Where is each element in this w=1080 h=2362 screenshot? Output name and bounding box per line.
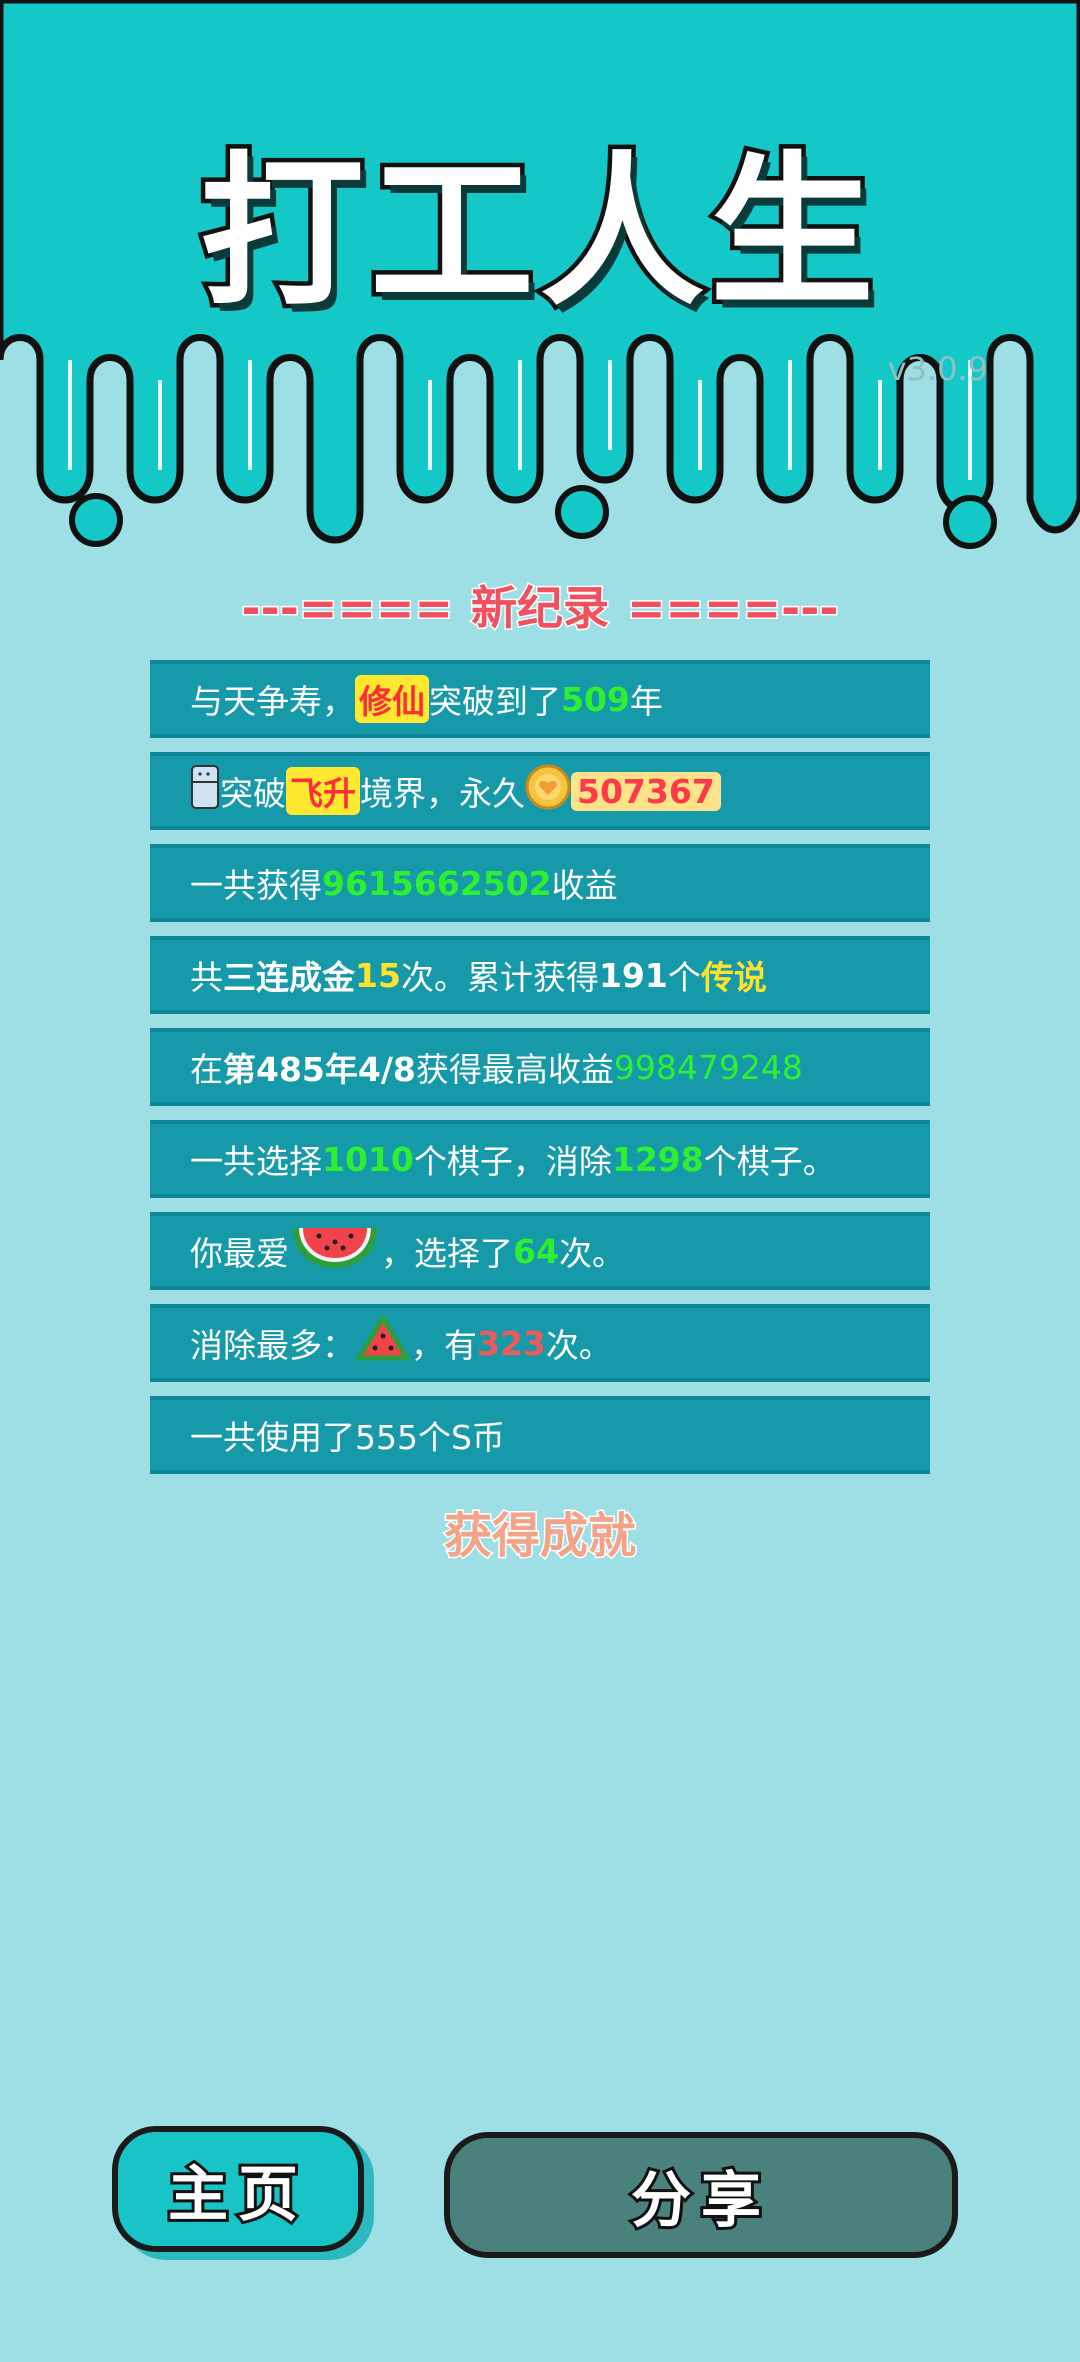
record-dashes-right: ====--- [625,580,839,637]
stat-row-favorite: 你最爱 ，选择了 64 次。 [150,1212,930,1290]
game-title: 打工人生 [195,133,880,333]
share-button[interactable]: 分享 [444,2132,958,2258]
watermelon-icon [289,1222,381,1280]
watermelon-slice-icon [355,1314,411,1372]
new-record-heading: ---==== 新纪录 ====--- [0,572,1080,638]
record-title: 新纪录 [470,580,611,637]
stat-row-ascension: 突破 飞升 境界，永久 507367 [150,752,930,830]
home-button[interactable]: 主页 [112,2126,364,2252]
stat-row-most-cleared: 消除最多： ，有 323 次。 [150,1304,930,1382]
header-banner: 打工人生 v3.0.9 [0,0,1080,560]
version-label: v3.0.9 [887,350,988,388]
achievement-link[interactable]: 获得成就 [0,1496,1080,1566]
fridge-icon [190,764,220,818]
stat-row-total-income: 一共获得 9615662502 收益 [150,844,930,922]
stat-row-triple-gold: 共三连成金 15 次。累计获得 191 个传说 [150,936,930,1014]
stat-row-pieces: 一共选择 1010 个棋子，消除 1298 个棋子。 [150,1120,930,1198]
coin-icon [525,764,571,818]
record-dashes-left: ---==== [240,580,454,637]
stat-row-lifespan: 与天争寿， 修仙 突破到了 509 年 [150,660,930,738]
stat-row-max-income: 在 第485年4/8 获得最高收益 998479248 [150,1028,930,1106]
stats-list: 与天争寿， 修仙 突破到了 509 年 突破 飞升 境界，永久 507367 一共获得 961… [150,660,930,1488]
stat-row-coins-used: 一共使用了555个S币 [150,1396,930,1474]
